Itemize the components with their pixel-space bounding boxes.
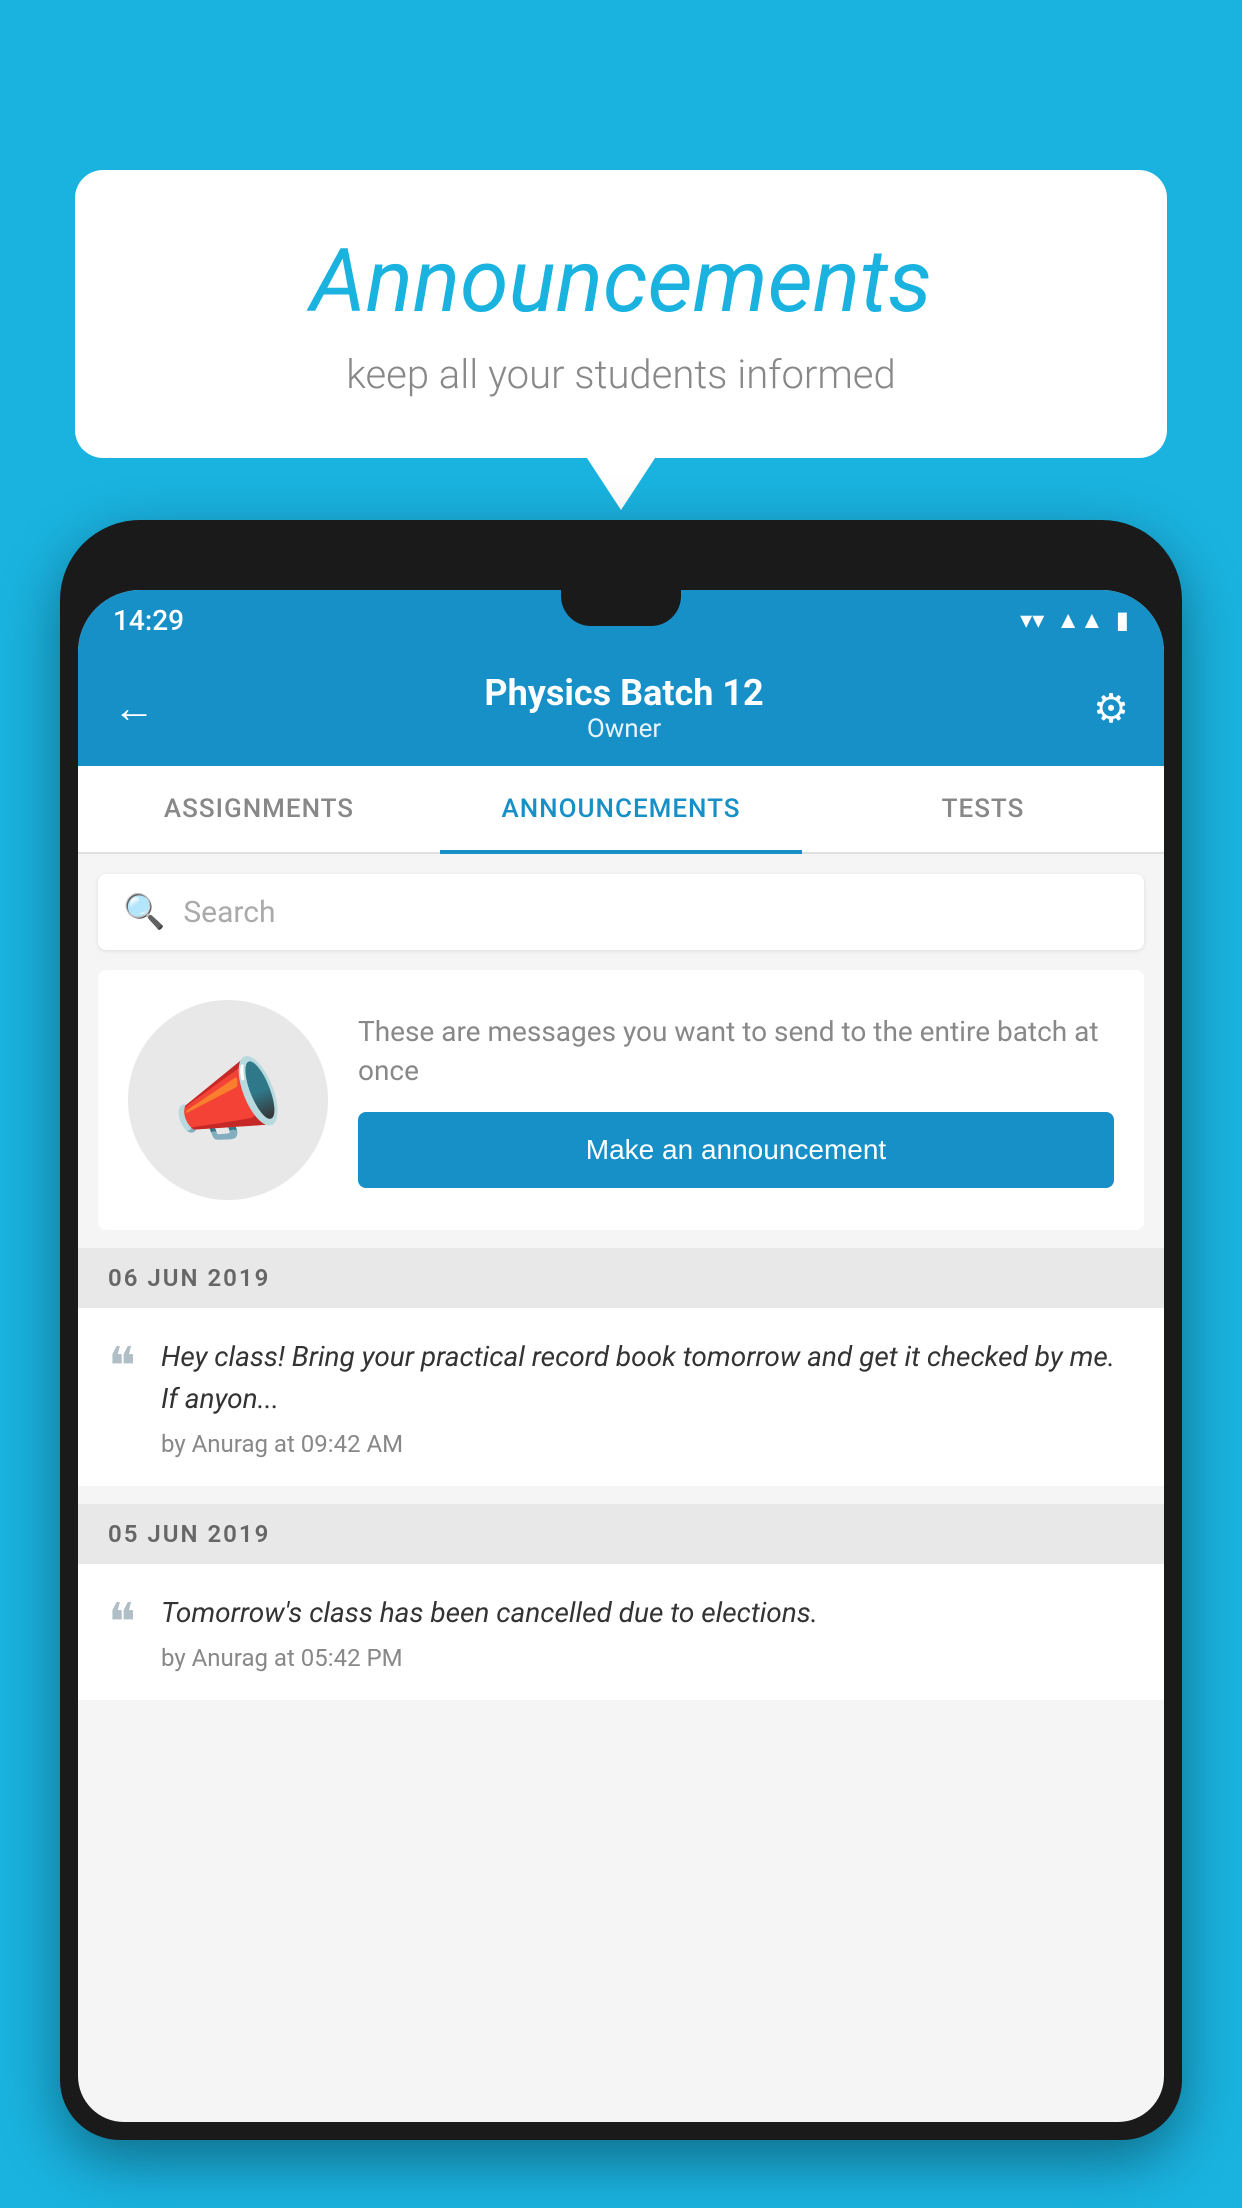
- bubble-subtitle: keep all your students informed: [125, 351, 1117, 398]
- make-announcement-button[interactable]: Make an announcement: [358, 1112, 1114, 1188]
- announcement-content-2: Tomorrow's class has been cancelled due …: [161, 1592, 1134, 1672]
- quote-icon-1: ❝: [108, 1341, 136, 1393]
- search-placeholder: Search: [183, 895, 275, 930]
- search-icon: 🔍: [123, 892, 165, 932]
- back-button[interactable]: ←: [113, 684, 155, 733]
- header-title: Physics Batch 12: [484, 672, 763, 714]
- announcement-meta-1: by Anurag at 09:42 AM: [161, 1430, 1134, 1458]
- tab-announcements[interactable]: ANNOUNCEMENTS: [440, 766, 802, 852]
- quote-icon-2: ❝: [108, 1597, 136, 1649]
- date-divider-1: 06 JUN 2019: [78, 1248, 1164, 1308]
- prompt-right: These are messages you want to send to t…: [358, 1012, 1114, 1188]
- signal-icon: ▲▲: [1056, 606, 1104, 635]
- announcement-text-1: Hey class! Bring your practical record b…: [161, 1336, 1134, 1420]
- header-subtitle: Owner: [484, 714, 763, 744]
- app-header: ← Physics Batch 12 Owner ⚙: [78, 650, 1164, 766]
- megaphone-circle: 📣: [128, 1000, 328, 1200]
- phone-frame: 14:29 ▾▾ ▲▲ ▮ ← Physics Batch 12 Owner ⚙: [60, 520, 1182, 2140]
- prompt-description: These are messages you want to send to t…: [358, 1012, 1114, 1090]
- announcement-item-1[interactable]: ❝ Hey class! Bring your practical record…: [78, 1308, 1164, 1486]
- speech-bubble: Announcements keep all your students inf…: [75, 170, 1167, 458]
- header-center: Physics Batch 12 Owner: [484, 672, 763, 744]
- phone-screen: 14:29 ▾▾ ▲▲ ▮ ← Physics Batch 12 Owner ⚙: [78, 590, 1164, 2122]
- settings-icon[interactable]: ⚙: [1093, 685, 1129, 732]
- speech-bubble-container: Announcements keep all your students inf…: [75, 170, 1167, 458]
- announcement-text-2: Tomorrow's class has been cancelled due …: [161, 1592, 1134, 1634]
- announcement-content-1: Hey class! Bring your practical record b…: [161, 1336, 1134, 1458]
- wifi-icon: ▾▾: [1020, 606, 1044, 634]
- battery-icon: ▮: [1116, 606, 1129, 634]
- tab-assignments[interactable]: ASSIGNMENTS: [78, 766, 440, 852]
- announcement-item-2[interactable]: ❝ Tomorrow's class has been cancelled du…: [78, 1564, 1164, 1700]
- date-divider-2: 05 JUN 2019: [78, 1504, 1164, 1564]
- tab-tests[interactable]: TESTS: [802, 766, 1164, 852]
- announcement-meta-2: by Anurag at 05:42 PM: [161, 1644, 1134, 1672]
- megaphone-icon: 📣: [172, 1048, 284, 1153]
- status-icons: ▾▾ ▲▲ ▮: [1020, 606, 1129, 635]
- phone-container: 14:29 ▾▾ ▲▲ ▮ ← Physics Batch 12 Owner ⚙: [60, 520, 1182, 2208]
- status-time: 14:29: [113, 604, 184, 637]
- announcement-prompt: 📣 These are messages you want to send to…: [98, 970, 1144, 1230]
- search-bar[interactable]: 🔍 Search: [98, 874, 1144, 950]
- bubble-title: Announcements: [125, 230, 1117, 333]
- phone-notch: [561, 590, 681, 626]
- tab-bar: ASSIGNMENTS ANNOUNCEMENTS TESTS: [78, 766, 1164, 854]
